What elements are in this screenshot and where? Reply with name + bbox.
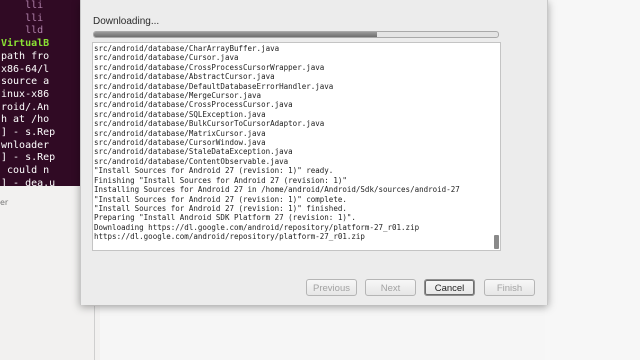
log-line: src/android/database/DefaultDatabaseErro… — [94, 81, 334, 91]
previous-button[interactable]: Previous — [306, 279, 357, 296]
log-line: src/android/database/StaleDataException.… — [94, 147, 293, 157]
background-bottom-area — [100, 305, 545, 360]
log-line: src/android/database/CrossProcessCursor.… — [94, 100, 293, 110]
log-line: src/android/database/CursorWindow.java — [94, 138, 266, 148]
next-button[interactable]: Next — [365, 279, 416, 296]
log-line: Downloading https://dl.google.com/androi… — [94, 222, 420, 232]
log-line: src/android/database/MergeCursor.java — [94, 91, 262, 101]
log-line: src/android/database/SQLException.java — [94, 109, 266, 119]
downloading-dialog: Downloading... src/android/database/Char… — [80, 0, 548, 305]
log-line: src/android/database/BulkCursorToCursorA… — [94, 119, 325, 129]
finish-button[interactable]: Finish — [484, 279, 535, 296]
log-line: src/android/database/CrossProcessCursorW… — [94, 62, 325, 72]
log-line: https://dl.google.com/android/repository… — [94, 232, 365, 242]
log-lines: src/android/database/CharArrayBuffer.jav… — [94, 44, 460, 242]
log-line: "Install Sources for Android 27 (revisio… — [94, 166, 334, 176]
log-scrollbar[interactable] — [494, 44, 499, 249]
dialog-title: Downloading... — [93, 16, 160, 27]
cancel-button[interactable]: Cancel — [424, 279, 475, 296]
log-line: "Install Sources for Android 27 (revisio… — [94, 203, 347, 213]
log-line: src/android/database/ContentObservable.j… — [94, 156, 289, 166]
progress-fill — [94, 32, 377, 37]
log-line: Installing Sources for Android 27 in /ho… — [94, 185, 460, 195]
log-line: src/android/database/AbstractCursor.java — [94, 72, 275, 82]
log-line: src/android/database/MatrixCursor.java — [94, 128, 266, 138]
log-line: Preparing "Install Android SDK Platform … — [94, 213, 356, 223]
log-line: "Install Sources for Android 27 (revisio… — [94, 194, 347, 204]
log-line: src/android/database/Cursor.java — [94, 53, 239, 63]
log-scroll-thumb[interactable] — [494, 235, 499, 249]
ide-divider — [94, 306, 95, 360]
download-log-panel[interactable]: src/android/database/CharArrayBuffer.jav… — [92, 42, 501, 251]
background-right-area — [545, 0, 640, 360]
log-line: src/android/database/CharArrayBuffer.jav… — [94, 44, 280, 53]
ide-partial-label: er — [0, 198, 9, 207]
download-progress-bar — [93, 31, 499, 38]
log-line: Finishing "Install Sources for Android 2… — [94, 175, 347, 185]
